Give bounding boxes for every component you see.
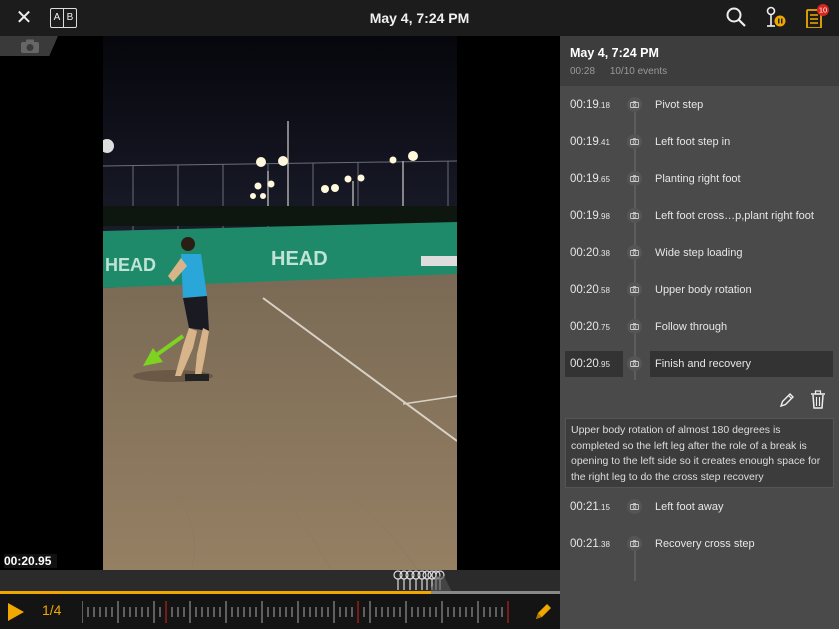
ab-right-label: B bbox=[63, 9, 76, 27]
panel-title: May 4, 7:24 PM bbox=[570, 46, 659, 60]
panel-header: May 4, 7:24 PM 00:28 10/10 events bbox=[560, 36, 839, 86]
event-time: 00:19.18 bbox=[570, 98, 610, 111]
event-time: 00:19.65 bbox=[570, 172, 610, 185]
window-title: May 4, 7:24 PM bbox=[0, 0, 839, 36]
camera-icon[interactable] bbox=[627, 356, 642, 371]
event-label: Upper body rotation bbox=[655, 283, 752, 296]
event-row[interactable]: 00:19.98 Left foot cross…p,plant right fo… bbox=[560, 197, 839, 234]
trash-icon[interactable] bbox=[809, 390, 827, 410]
camera-icon[interactable] bbox=[627, 208, 642, 223]
event-note[interactable]: Upper body rotation of almost 180 degree… bbox=[565, 418, 834, 488]
tennis-video-image: HEAD HEAD bbox=[103, 36, 457, 629]
event-row[interactable]: 00:21.15 Left foot away bbox=[560, 488, 839, 525]
event-row[interactable]: 00:20.75 Follow through bbox=[560, 308, 839, 345]
current-time-label: 00:20.95 bbox=[4, 554, 58, 568]
top-bar: ✕ A B May 4, 7:24 PM 10 bbox=[0, 0, 839, 36]
video-duration: 00:28 bbox=[570, 66, 596, 77]
camera-icon[interactable] bbox=[627, 97, 642, 112]
event-row[interactable]: 00:19.65 Planting right foot bbox=[560, 160, 839, 197]
camera-icon[interactable] bbox=[627, 536, 642, 551]
event-row[interactable]: 00:20.58 Upper body rotation bbox=[560, 271, 839, 308]
event-time: 00:20.95 bbox=[565, 350, 623, 377]
window-title-text: May 4, 7:24 PM bbox=[369, 10, 470, 26]
event-time: 00:19.98 bbox=[570, 209, 610, 222]
camera-icon[interactable] bbox=[627, 171, 642, 186]
event-edit-row bbox=[560, 382, 839, 418]
event-label: Wide step loading bbox=[655, 246, 743, 259]
event-time: 00:21.15 bbox=[570, 500, 610, 513]
camera-icon[interactable] bbox=[627, 245, 642, 260]
camera-icon[interactable] bbox=[627, 499, 642, 514]
speed-button[interactable]: 1/4 bbox=[42, 602, 61, 618]
play-icon[interactable] bbox=[8, 603, 24, 621]
events-list-icon[interactable]: 10 bbox=[804, 4, 832, 28]
event-row[interactable]: 00:21.38 Recovery cross step bbox=[560, 525, 839, 562]
scrub-ruler[interactable] bbox=[82, 601, 512, 623]
event-markers[interactable] bbox=[0, 570, 560, 592]
banner-text-right: HEAD bbox=[271, 248, 328, 270]
edit-pencil-icon[interactable] bbox=[778, 391, 796, 409]
events-badge: 10 bbox=[819, 6, 827, 15]
video-frame[interactable]: HEAD HEAD bbox=[103, 36, 457, 629]
pencil-icon[interactable] bbox=[533, 602, 553, 622]
snapshot-tab[interactable] bbox=[0, 36, 58, 56]
event-time: 00:20.75 bbox=[570, 320, 610, 333]
event-label: Finish and recovery bbox=[650, 350, 833, 377]
event-time: 00:21.38 bbox=[570, 537, 610, 550]
event-row[interactable]: 00:20.95 Finish and recovery bbox=[560, 345, 839, 382]
banner-text-left: HEAD bbox=[105, 255, 156, 275]
event-label: Follow through bbox=[655, 320, 728, 333]
event-label: Planting right foot bbox=[655, 172, 741, 185]
panel-subtitle: 00:28 10/10 events bbox=[570, 66, 829, 77]
close-icon[interactable]: ✕ bbox=[14, 8, 34, 28]
pin-pause-icon[interactable] bbox=[763, 6, 789, 30]
ab-compare-button[interactable]: A B bbox=[50, 8, 77, 28]
event-label: Recovery cross step bbox=[655, 537, 755, 550]
event-label: Pivot step bbox=[655, 98, 704, 111]
camera-icon[interactable] bbox=[627, 134, 642, 149]
event-label: Left foot cross…p,plant right foot bbox=[655, 209, 814, 222]
event-label: Left foot step in bbox=[655, 135, 731, 148]
events-panel: May 4, 7:24 PM 00:28 10/10 events 00:19.… bbox=[560, 36, 839, 629]
event-label: Left foot away bbox=[655, 500, 724, 513]
event-count: 10/10 events bbox=[609, 66, 668, 77]
camera-icon[interactable] bbox=[627, 319, 642, 334]
event-marker-strip[interactable] bbox=[0, 570, 560, 592]
event-time: 00:20.58 bbox=[570, 283, 610, 296]
camera-icon[interactable] bbox=[627, 282, 642, 297]
playback-controls: 1/4 bbox=[0, 594, 560, 629]
event-row[interactable]: 00:19.41 Left foot step in bbox=[560, 123, 839, 160]
ab-left-label: A bbox=[53, 12, 61, 23]
event-list: 00:19.18 Pivot step 00:19.41 Left foot step… bbox=[560, 86, 839, 581]
event-time: 00:19.41 bbox=[570, 135, 610, 148]
search-icon[interactable] bbox=[725, 6, 747, 30]
event-row[interactable]: 00:19.18 Pivot step bbox=[560, 86, 839, 123]
camera-icon bbox=[21, 39, 39, 53]
event-row[interactable]: 00:20.38 Wide step loading bbox=[560, 234, 839, 271]
event-time: 00:20.38 bbox=[570, 246, 610, 259]
video-area[interactable]: HEAD HEAD bbox=[0, 36, 560, 629]
